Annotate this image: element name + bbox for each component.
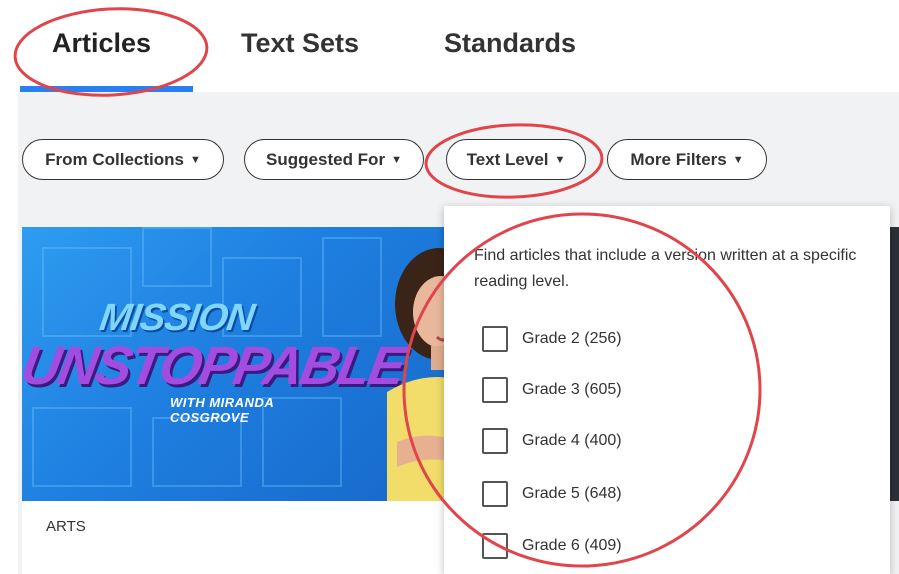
checkbox-icon[interactable] [482,428,508,454]
tab-text-sets[interactable]: Text Sets [241,28,359,59]
checkbox-icon[interactable] [482,377,508,403]
grade-option[interactable]: Grade 3 (605) [482,376,622,404]
host-photo [387,248,445,501]
text-level-filter-button[interactable]: Text Level ▼ [446,139,586,180]
tab-bar: Articles Text Sets Standards [0,0,899,92]
tab-standards[interactable]: Standards [444,28,576,59]
background-tile [32,407,132,487]
grade-option[interactable]: Grade 4 (400) [482,427,622,455]
filter-label: From Collections [45,149,184,169]
background-tile [322,237,382,337]
article-category: ARTS [46,518,86,535]
caret-down-icon: ▼ [554,153,566,166]
article-card-body[interactable] [22,501,445,574]
suggested-for-filter-button[interactable]: Suggested For ▼ [244,139,424,180]
tab-articles[interactable]: Articles [52,28,151,59]
grade-option-label: Grade 6 (409) [522,537,622,554]
background-tile [152,417,242,487]
caret-down-icon: ▼ [732,153,744,166]
dropdown-description: Find articles that include a version wri… [474,247,857,290]
grade-option-label: Grade 4 (400) [522,432,622,449]
caret-down-icon: ▼ [189,153,201,166]
filter-label: Suggested For [266,149,386,169]
caret-down-icon: ▼ [391,153,402,166]
grade-option[interactable]: Grade 6 (409) [482,532,622,560]
background-tile [142,227,212,287]
more-filters-button[interactable]: More Filters ▼ [607,139,767,180]
grade-option-label: Grade 2 (256) [522,330,622,347]
checkbox-icon[interactable] [482,326,508,352]
checkbox-icon[interactable] [482,481,508,507]
grade-option-label: Grade 3 (605) [522,381,622,398]
grade-option[interactable]: Grade 2 (256) [482,325,622,353]
filter-label: Text Level [466,149,549,169]
checkbox-icon[interactable] [482,533,508,559]
article-card-image[interactable]: MISSION UNSTOPPABLE WITH MIRANDA COSGROV… [22,227,445,501]
logo-line-2: UNSTOPPABLE [22,336,409,396]
logo-line-1: MISSION [97,297,257,339]
logo-line-3: WITH MIRANDA COSGROVE [170,395,274,425]
from-collections-filter-button[interactable]: From Collections ▼ [22,139,224,180]
grade-option-label: Grade 5 (648) [522,485,622,502]
grade-option[interactable]: Grade 5 (648) [482,480,622,508]
filter-label: More Filters [630,149,727,169]
